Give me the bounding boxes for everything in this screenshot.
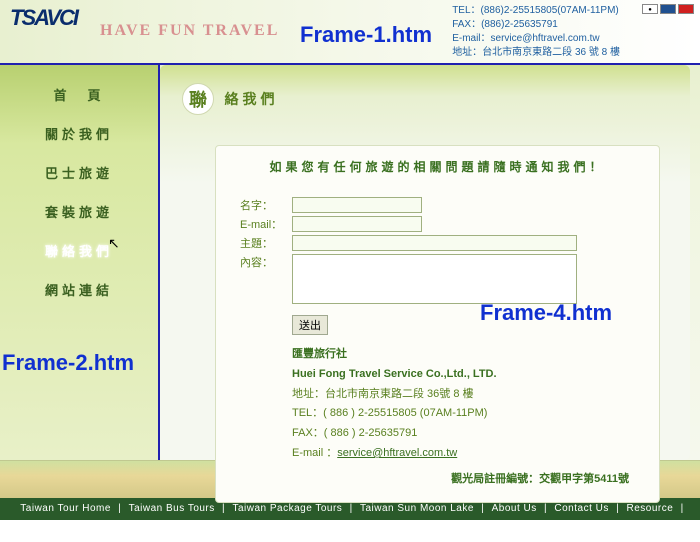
- label-name: 名字：: [240, 197, 292, 213]
- label-content: 內容：: [240, 254, 292, 270]
- name-input[interactable]: [292, 197, 422, 213]
- flag-uk-icon[interactable]: [660, 4, 676, 14]
- sidebar: 首 頁 關於我們 巴士旅遊 套裝旅遊 聯絡我們 網站連結 ↖ Frame-2.h…: [0, 65, 160, 460]
- company-address: 地址：台北市南京東路二段 36號 8 樓: [292, 385, 635, 405]
- label-subject: 主題：: [240, 235, 292, 251]
- company-name-cn: 匯豐旅行社: [292, 345, 635, 365]
- company-email-link[interactable]: service@hftravel.com.tw: [337, 447, 457, 459]
- submit-button[interactable]: 送出: [292, 315, 328, 335]
- company-name-en: Huei Fong Travel Service Co.,Ltd., LTD.: [292, 365, 635, 385]
- header-contact: TEL：(886)2-25515805(07AM-11PM) FAX：(886)…: [452, 4, 620, 60]
- flag-tw-icon[interactable]: [678, 4, 694, 14]
- footer-link[interactable]: About Us: [492, 503, 537, 514]
- email-input[interactable]: [292, 216, 422, 232]
- footer-link[interactable]: Taiwan Package Tours: [232, 503, 342, 514]
- nav-home[interactable]: 首 頁: [0, 77, 158, 112]
- nav-contact[interactable]: 聯絡我們: [0, 233, 158, 268]
- footer-link[interactable]: Contact Us: [554, 503, 608, 514]
- company-email-label: E-mail ：: [292, 447, 337, 459]
- main-frame: 聯 絡我們 如果您有任何旅遊的相關問題請隨時通知我們！ 名字： E-mail： …: [160, 65, 700, 460]
- nav-bus[interactable]: 巴士旅遊: [0, 155, 158, 190]
- nav-links[interactable]: 網站連結: [0, 272, 158, 307]
- content-textarea[interactable]: [292, 254, 577, 304]
- nav-about[interactable]: 關於我們: [0, 116, 158, 151]
- cursor-icon: ↖: [108, 235, 120, 252]
- footer-link[interactable]: Taiwan Bus Tours: [129, 503, 215, 514]
- label-email: E-mail：: [240, 216, 292, 232]
- footer-link[interactable]: Links: [366, 525, 392, 536]
- content-panel: 聯 絡我們 如果您有任何旅遊的相關問題請隨時通知我們！ 名字： E-mail： …: [160, 65, 690, 460]
- form-intro: 如果您有任何旅遊的相關問題請隨時通知我們！: [240, 158, 635, 175]
- footer-link[interactable]: Taiwan Sun Moon Lake: [360, 503, 474, 514]
- company-fax: FAX：( 886 ) 2-25635791: [292, 424, 635, 444]
- page-title: 絡我們: [224, 89, 278, 109]
- company-info: 匯豐旅行社 Huei Fong Travel Service Co.,Ltd.,…: [292, 345, 635, 464]
- footer-link[interactable]: Sitemap: [308, 525, 348, 536]
- flag-jp-icon[interactable]: ●: [642, 4, 658, 14]
- header: TSAVCI HAVE FUN TRAVEL Frame-1.htm ● TEL…: [0, 0, 700, 65]
- license-number: 觀光局註冊編號：交觀甲字第5411號: [240, 470, 629, 486]
- nav: 首 頁 關於我們 巴士旅遊 套裝旅遊 聯絡我們 網站連結: [0, 65, 158, 307]
- annotation-frame-1: Frame-1.htm: [300, 22, 432, 48]
- company-tel: TEL：( 886 ) 2-25515805 (07AM-11PM): [292, 404, 635, 424]
- logo[interactable]: TSAVCI: [10, 5, 90, 53]
- slogan: HAVE FUN TRAVEL: [100, 22, 279, 40]
- title-seal-icon: 聯: [182, 83, 214, 115]
- annotation-frame-2: Frame-2.htm: [2, 350, 134, 376]
- footer-link[interactable]: Resource: [627, 503, 674, 514]
- subject-input[interactable]: [292, 235, 577, 251]
- footer-link[interactable]: Taiwan Tour Home: [20, 503, 111, 514]
- nav-package[interactable]: 套裝旅遊: [0, 194, 158, 229]
- language-flags: ●: [642, 4, 694, 14]
- annotation-frame-4: Frame-4.htm: [480, 300, 612, 326]
